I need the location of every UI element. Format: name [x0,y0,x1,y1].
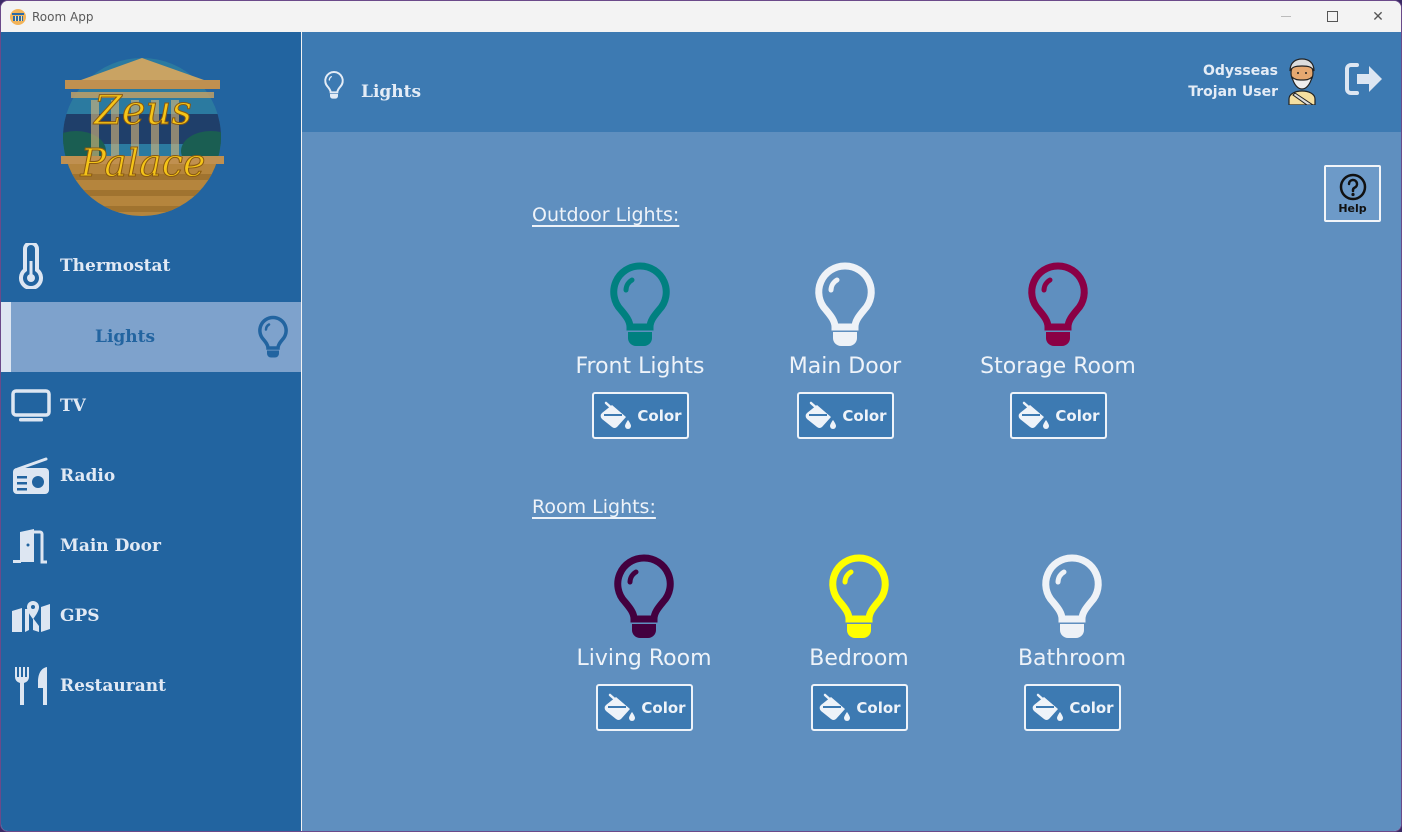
sidebar-item-radio[interactable]: Radio [1,441,301,511]
lightbulb-icon[interactable] [827,552,891,642]
lightbulb-icon[interactable] [608,260,672,350]
sidebar-item-gps[interactable]: GPS [1,581,301,651]
nav-label: Thermostat [60,256,171,276]
avatar [1288,58,1316,105]
help-button[interactable]: Help [1324,165,1381,222]
light-card: Bedroom Color [769,552,949,731]
color-button[interactable]: Color [595,684,693,731]
nav-label: Radio [60,466,116,486]
color-button[interactable]: Color [591,392,689,439]
light-card: Main Door Color [755,260,935,439]
sidebar: Zeus Palace Thermostat Lights TV Radio M… [1,32,301,831]
lights-panel: Help Outdoor Lights: Room Lights: Front … [302,132,1401,831]
app-logo-icon [10,8,26,25]
app-window: Room App ✕ Zeus Palace Thermostat Lights… [0,0,1402,832]
sidebar-item-main-door[interactable]: Main Door [1,511,301,581]
user-role: Trojan User [1188,84,1278,100]
light-name: Bathroom [1017,646,1127,671]
nav-label: Restaurant [60,676,166,696]
sidebar-item-tv[interactable]: TV [1,371,301,441]
paint-bucket-icon [605,693,636,721]
color-label: Color [637,406,682,425]
paint-bucket-icon [1033,693,1064,721]
logout-icon[interactable] [1345,62,1383,96]
paint-bucket-icon [601,401,632,429]
sidebar-item-restaurant[interactable]: Restaurant [1,651,301,721]
light-name: Living Room [576,646,712,671]
header: Lights Odysseas Trojan User [302,32,1401,132]
paint-bucket-icon [820,693,851,721]
sidebar-item-thermostat[interactable]: Thermostat [1,231,301,301]
light-card: Living Room Color [554,552,734,731]
light-name: Storage Room [980,354,1136,379]
nav-label: Lights [95,327,156,347]
paint-bucket-icon [1019,401,1050,429]
color-label: Color [856,698,901,717]
help-label: Help [1338,201,1367,215]
lightbulb-icon [253,315,293,358]
color-label: Color [1069,698,1114,717]
door-icon [11,526,51,566]
sidebar-item-lights[interactable]: Lights [1,302,301,372]
thermometer-icon [11,243,51,289]
color-button[interactable]: Color [1023,684,1121,731]
maximize-button[interactable] [1309,1,1355,32]
color-label: Color [842,406,887,425]
section-title-outdoor: Outdoor Lights: [532,204,680,226]
light-name: Front Lights [575,354,705,379]
radio-icon [11,456,51,496]
light-card: Storage Room Color [968,260,1148,439]
user-info: Odysseas Trojan User [1188,61,1278,103]
nav-label: Main Door [60,536,161,556]
tv-icon [11,386,51,426]
color-button[interactable]: Color [810,684,908,731]
window-title: Room App [32,9,94,24]
map-icon [11,596,51,636]
lightbulb-icon[interactable] [612,552,676,642]
lightbulb-icon[interactable] [813,260,877,350]
page-title: Lights [361,82,422,102]
zeus-palace-logo: Zeus Palace [61,58,224,216]
light-card: Bathroom Color [982,552,1162,731]
color-label: Color [641,698,686,717]
light-card: Front Lights Color [550,260,730,439]
lightbulb-icon [324,70,344,99]
logo-text-zeus: Zeus [92,88,192,134]
question-icon [1339,173,1366,200]
nav-label: TV [60,396,86,416]
lightbulb-icon[interactable] [1040,552,1104,642]
window-controls: ✕ [1263,1,1401,32]
section-title-room: Room Lights: [532,496,656,518]
color-button[interactable]: Color [1009,392,1107,439]
color-button[interactable]: Color [796,392,894,439]
paint-bucket-icon [806,401,837,429]
close-button[interactable]: ✕ [1355,1,1401,32]
user-name: Odysseas [1203,63,1278,79]
nav-label: GPS [60,606,100,626]
title-bar: Room App ✕ [1,1,1401,32]
light-name: Main Door [788,354,902,379]
color-label: Color [1055,406,1100,425]
lightbulb-icon[interactable] [1026,260,1090,350]
light-name: Bedroom [809,646,909,671]
logo-text-palace: Palace [79,141,205,185]
minimize-button[interactable] [1263,1,1309,32]
utensils-icon [11,666,51,706]
